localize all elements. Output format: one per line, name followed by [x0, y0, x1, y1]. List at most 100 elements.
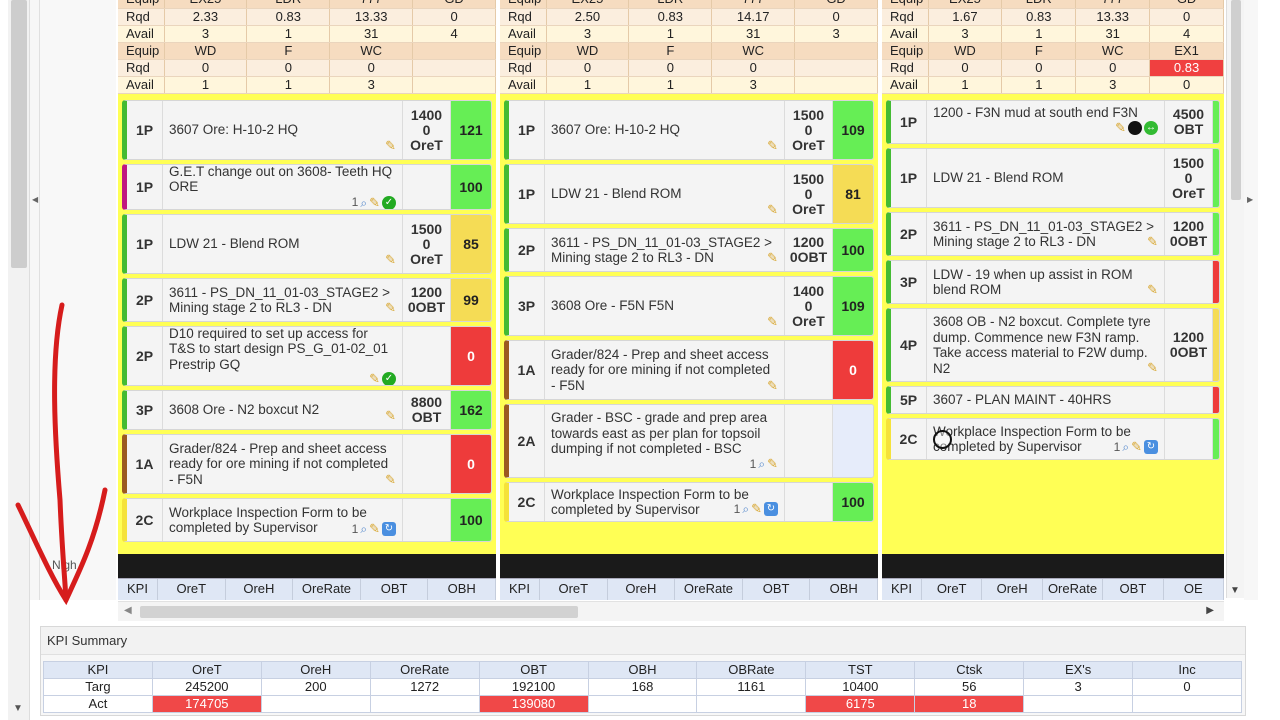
task-card[interactable]: 4P 3608 OB - N2 boxcut. Complete tyre du…	[886, 308, 1220, 382]
task-card[interactable]: 1P 1200 - F3N mud at south end F3N ✎ ↔ 45…	[886, 100, 1220, 144]
board-horizontal-scrollbar[interactable]: ◀ ▶	[118, 601, 1224, 621]
task-card[interactable]: 3P LDW - 19 when up assist in ROM blend …	[886, 260, 1220, 304]
task-description: Grader - BSC - grade and prep area towar…	[545, 405, 785, 477]
sync-icon[interactable]: ↻	[764, 502, 778, 517]
pencil-icon[interactable]: ✎	[767, 457, 778, 471]
paperclip-icon[interactable]: ⌕	[1122, 440, 1129, 454]
task-card[interactable]: 5P 3607 - PLAN MAINT - 40HRS	[886, 386, 1220, 414]
pencil-icon[interactable]: ✎	[369, 522, 380, 536]
pencil-icon[interactable]: ✎	[1147, 360, 1158, 376]
task-card[interactable]: 3P 3608 Ore - F5N F5N ✎ 1400 0 OreT 109	[504, 276, 874, 336]
kpi-col-header: OreRate	[369, 661, 480, 679]
task-target	[785, 483, 833, 521]
task-card[interactable]: 2P 3611 - PS_DN_11_01-03_STAGE2 > Mining…	[504, 228, 874, 272]
rqd-cell: 0.83	[628, 8, 713, 26]
pencil-icon[interactable]: ✎	[1147, 282, 1158, 298]
pencil-icon[interactable]: ✎	[767, 314, 778, 330]
scroll-left-arrow-icon[interactable]: ◀	[124, 605, 132, 616]
horizontal-scroll-thumb[interactable]	[140, 606, 578, 618]
pencil-icon[interactable]: ✎	[1115, 120, 1126, 135]
paperclip-icon[interactable]: ⌕	[360, 522, 367, 536]
task-score	[1213, 387, 1219, 413]
scroll-down-arrow-icon[interactable]: ▼	[1230, 585, 1240, 596]
pencil-icon[interactable]: ✎	[767, 202, 778, 218]
collapse-left-icon[interactable]: ◀	[32, 195, 38, 204]
attachment-count: 1	[351, 194, 359, 209]
pencil-icon[interactable]: ✎	[385, 300, 396, 316]
pencil-icon[interactable]: ✎	[385, 408, 396, 424]
scroll-right-arrow-icon[interactable]: ▶	[1206, 605, 1214, 616]
left-vertical-scrollbar[interactable]: ▼	[8, 0, 30, 720]
task-card[interactable]: 1P G.E.T change out on 3608- Teeth HQ OR…	[122, 164, 492, 210]
kpi-col-header: OBT	[478, 661, 589, 679]
pencil-icon[interactable]: ✎	[1147, 234, 1158, 250]
avail-cell: 31	[1075, 25, 1151, 43]
sync-icon[interactable]: ↻	[1144, 440, 1158, 455]
task-card[interactable]: 1A Grader/824 - Prep and sheet access re…	[504, 340, 874, 400]
column-kpi-strip: KPI OreT OreH OreRate OBT OBH	[118, 578, 496, 600]
task-target	[1165, 387, 1213, 413]
column-divider-band	[500, 554, 878, 578]
task-card[interactable]: 2P D10 required to set up access for T&S…	[122, 326, 492, 386]
pencil-icon[interactable]: ✎	[767, 250, 778, 266]
task-card[interactable]: 2P 3611 - PS_DN_11_01-03_STAGE2 > Mining…	[122, 278, 492, 322]
task-card[interactable]: 2C Workplace Inspection Form to be compl…	[504, 482, 874, 522]
avail-cell: 1	[546, 76, 630, 94]
pencil-icon[interactable]: ✎	[385, 138, 396, 154]
equip-cell: F	[1001, 42, 1077, 60]
attachment-count: 1	[749, 456, 757, 471]
task-card[interactable]: 3P 3608 Ore - N2 boxcut N2 ✎ 8800 OBT 162	[122, 390, 492, 430]
kpi-header: KPI	[882, 579, 922, 600]
task-card[interactable]: 2P 3611 - PS_DN_11_01-03_STAGE2 > Mining…	[886, 212, 1220, 256]
collapse-right-icon[interactable]: ▶	[1247, 195, 1253, 204]
task-target: 1500 0 OreT	[403, 215, 451, 273]
board-scroll-thumb[interactable]	[1231, 0, 1241, 200]
pencil-icon[interactable]: ✎	[767, 138, 778, 154]
task-meta: ✎ ✓	[369, 372, 396, 385]
avail-cell: 0	[1149, 76, 1224, 94]
kpi-target-cell: 1161	[696, 678, 807, 696]
priority-badge: 1P	[127, 165, 163, 209]
task-score: 0	[833, 341, 873, 399]
rqd-cell: 2.50	[546, 8, 630, 26]
task-card[interactable]: 2A Grader - BSC - grade and prep area to…	[504, 404, 874, 478]
board-vertical-scrollbar[interactable]: ▼	[1226, 0, 1244, 598]
kpi-header: OreH	[226, 579, 294, 600]
task-card[interactable]: 1P LDW 21 - Blend ROM 1500 0 OreT	[886, 148, 1220, 208]
pencil-icon[interactable]: ✎	[751, 502, 762, 516]
priority-badge: 2C	[509, 483, 545, 521]
equip-label: Equip	[882, 42, 929, 60]
pencil-icon[interactable]: ✎	[385, 472, 396, 488]
pencil-icon[interactable]: ✎	[1131, 440, 1142, 454]
task-score: 0	[451, 435, 491, 493]
task-target: 1400 0 OreT	[785, 277, 833, 335]
paperclip-icon[interactable]: ⌕	[742, 502, 749, 516]
pencil-icon[interactable]: ✎	[385, 252, 396, 268]
priority-badge: 2A	[509, 405, 545, 477]
task-score: 99	[451, 279, 491, 321]
equip-cell: WD	[164, 42, 248, 60]
task-card[interactable]: 2C Workplace Inspection Form to be compl…	[122, 498, 492, 542]
equip-cell: 777	[1075, 0, 1151, 9]
column-divider-band	[882, 554, 1224, 578]
pencil-icon[interactable]: ✎	[369, 372, 380, 385]
equip-cell: WD	[928, 42, 1003, 60]
go-icon: ↔	[1144, 120, 1158, 135]
task-card[interactable]: 1P 3607 Ore: H-10-2 HQ ✎ 1500 0 OreT 109	[504, 100, 874, 160]
left-scroll-thumb[interactable]	[11, 0, 27, 268]
task-card[interactable]: 1P LDW 21 - Blend ROM ✎ 1500 0 OreT 85	[122, 214, 492, 274]
scroll-down-arrow-icon[interactable]: ▼	[13, 703, 23, 714]
rqd-cell: 0	[412, 8, 496, 26]
task-text: 3611 - PS_DN_11_01-03_STAGE2 > Mining st…	[933, 218, 1155, 250]
kpi-header: OBT	[1103, 579, 1164, 600]
task-card[interactable]: 1P 3607 Ore: H-10-2 HQ ✎ 1400 0 OreT 121	[122, 100, 492, 160]
kpi-col-header: OBRate	[696, 661, 807, 679]
task-card[interactable]: 1A Grader/824 - Prep and sheet access re…	[122, 434, 492, 494]
pencil-icon[interactable]: ✎	[767, 378, 778, 394]
task-card[interactable]: 1P LDW 21 - Blend ROM ✎ 1500 0 OreT 81	[504, 164, 874, 224]
paperclip-icon[interactable]: ⌕	[758, 457, 765, 471]
rqd-cell: 2.33	[164, 8, 248, 26]
sync-icon[interactable]: ↻	[382, 522, 396, 537]
pencil-icon[interactable]: ✎	[369, 195, 380, 209]
paperclip-icon[interactable]: ⌕	[360, 196, 367, 210]
